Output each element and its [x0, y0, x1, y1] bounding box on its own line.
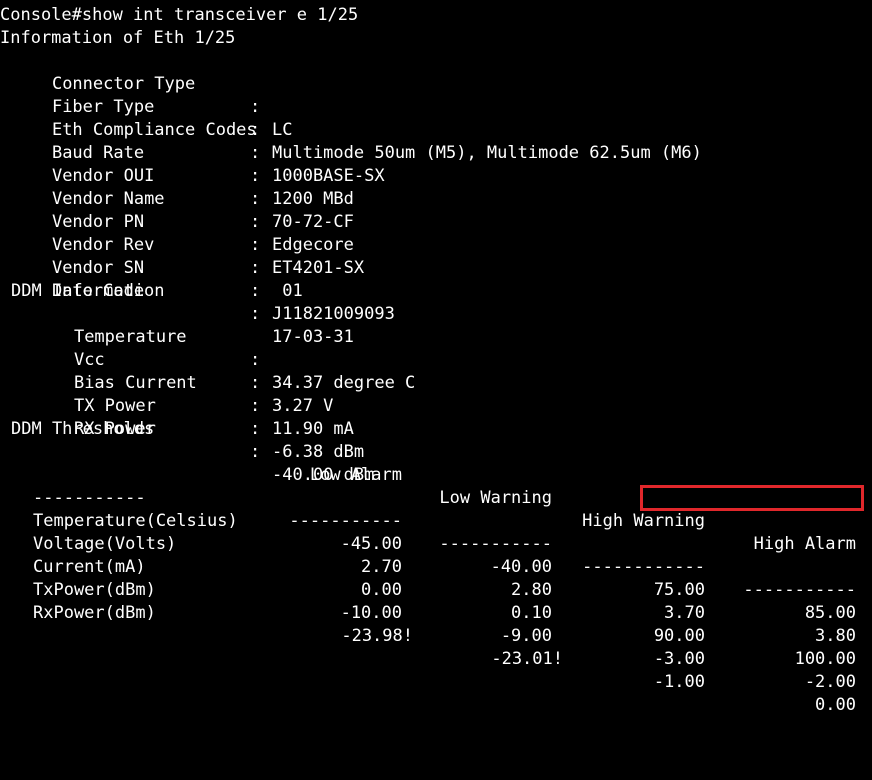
field-row: Vendor PN : ET4201-SX	[11, 188, 364, 278]
threshold-row: RxPower(dBm) -23.98! -23.01! -1.00 0.00	[0, 579, 872, 715]
threshold-value: -23.98!	[341, 626, 413, 646]
field-value: ET4201-SX	[272, 258, 365, 278]
threshold-value: 0.10	[511, 603, 552, 623]
field-value: 17-03-31	[272, 327, 354, 347]
threshold-label: RxPower(dBm)	[33, 603, 156, 623]
threshold-value: 90.00	[653, 626, 705, 646]
threshold-row: Current(mA) 0.00 0.10 90.00 100.00	[0, 533, 872, 669]
threshold-value: -10.00	[340, 603, 402, 623]
field-row: Baud Rate : 1200 MBd	[11, 119, 354, 209]
threshold-row: Voltage(Volts) 2.70 2.80 3.70 3.80	[0, 510, 872, 646]
field-separator: :	[250, 281, 261, 301]
terminal-window[interactable]: Console#show int transceiver e 1/25 Info…	[0, 0, 872, 715]
field-value: J11821009093	[272, 304, 395, 324]
field-row: Connector Type : LC	[11, 50, 293, 140]
threshold-value: -23.01!	[491, 649, 563, 669]
threshold-value: 3.80	[815, 626, 856, 646]
field-separator: :	[250, 166, 261, 186]
ddm-info-row: Bias Current : 11.90 mA	[33, 349, 354, 439]
field-separator: :	[250, 258, 261, 278]
info-header: Information of Eth 1/25	[0, 28, 236, 48]
threshold-value: -3.00	[653, 649, 705, 669]
ddm-info-title: DDM Information	[11, 281, 165, 301]
field-value: Multimode 50um (M5), Multimode 62.5um (M…	[272, 143, 702, 163]
field-value: LC	[272, 120, 293, 140]
highlight-box	[640, 485, 864, 511]
threshold-row: TxPower(dBm) -10.00 -9.00 -3.00 -2.00	[0, 556, 872, 692]
ddm-info-value: 11.90 mA	[272, 419, 354, 439]
threshold-value: 0.00	[815, 695, 856, 715]
field-separator: :	[250, 189, 261, 209]
field-separator: :	[250, 304, 261, 324]
field-row: Date Code : 17-03-31	[11, 257, 354, 347]
ddm-info-value: 34.37 degree C	[272, 373, 416, 393]
field-separator: :	[250, 143, 261, 163]
ddm-info-row: RX Power : -40.00 dBm	[33, 395, 374, 485]
field-value: 70-72-CF	[272, 212, 354, 232]
field-row: Vendor Name : Edgecore	[11, 165, 354, 255]
threshold-value: -9.00	[500, 626, 552, 646]
ddm-info-row: TX Power : -6.38 dBm	[33, 372, 364, 462]
field-value: Edgecore	[272, 235, 354, 255]
ddm-info-value: 3.27 V	[272, 396, 334, 416]
field-value: 01	[272, 281, 303, 301]
field-separator: :	[250, 350, 261, 370]
field-row: Vendor Rev : 01	[11, 211, 303, 301]
threshold-value: 100.00	[794, 649, 856, 669]
field-separator: :	[250, 419, 261, 439]
field-row: Vendor SN : J11821009093	[11, 234, 395, 324]
field-value: 1000BASE-SX	[272, 166, 385, 186]
ddm-thresholds-title: DDM Thresholds	[11, 419, 155, 439]
field-separator: :	[250, 373, 261, 393]
ddm-info-row: Vcc : 3.27 V	[33, 326, 333, 416]
field-row: Fiber Type : Multimode 50um (M5), Multim…	[11, 73, 702, 163]
ddm-info-row: Temperature : 34.37 degree C	[33, 303, 415, 393]
field-separator: :	[250, 396, 261, 416]
field-separator: :	[250, 235, 261, 255]
field-row: Vendor OUI : 70-72-CF	[11, 142, 354, 232]
threshold-value: -1.00	[653, 672, 705, 692]
threshold-value: -2.00	[804, 672, 856, 692]
thresholds-header-row: Low Alarm Low Warning High Warning High …	[0, 441, 872, 554]
threshold-value: 3.70	[664, 603, 705, 623]
field-value: 1200 MBd	[272, 189, 354, 209]
thresholds-underline-row: ----------- ----------- ----------- ----…	[0, 464, 872, 600]
command-line: Console#show int transceiver e 1/25	[0, 5, 359, 25]
field-row: Eth Compliance Codes : 1000BASE-SX	[11, 96, 385, 186]
field-separator: :	[250, 212, 261, 232]
threshold-value: 85.00	[804, 603, 856, 623]
